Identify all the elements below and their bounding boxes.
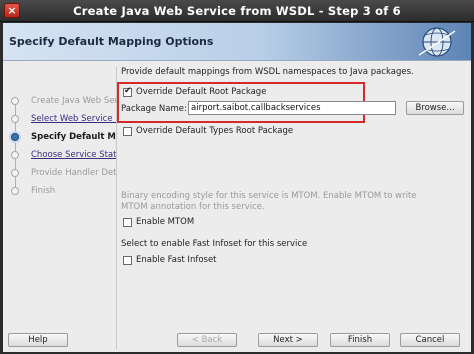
wizard-steps-nav: Create Java Web Servi Select Web Service… xyxy=(9,67,117,349)
enable-mtom-label: Enable MTOM xyxy=(136,217,195,227)
enable-fast-infoset-label: Enable Fast Infoset xyxy=(136,255,217,265)
step-done-icon xyxy=(11,97,19,105)
mtom-note: Binary encoding style for this service i… xyxy=(121,191,417,212)
window-title: Create Java Web Service from WSDL - Step… xyxy=(73,4,401,18)
override-root-package-checkbox[interactable] xyxy=(123,86,132,97)
title-bar: × Create Java Web Service from WSDL - St… xyxy=(0,0,474,22)
page-title: Specify Default Mapping Options xyxy=(9,35,214,48)
nav-step-create-java-web-service[interactable]: Create Java Web Servi xyxy=(9,93,117,109)
next-button[interactable]: Next > xyxy=(258,333,318,347)
override-root-package-label: Override Default Root Package xyxy=(136,87,267,97)
nav-step-label: Specify Default Mappi xyxy=(31,132,116,142)
finish-button[interactable]: Finish xyxy=(330,333,390,347)
enable-mtom-checkbox[interactable] xyxy=(123,218,132,227)
override-types-package-checkbox[interactable] xyxy=(123,127,132,136)
step-pending-icon xyxy=(11,151,19,159)
nav-step-choose-service-state[interactable]: Choose Service State xyxy=(9,147,117,163)
step-pending-icon xyxy=(11,187,19,195)
nav-step-label: Create Java Web Servi xyxy=(31,96,117,106)
package-name-label: Package Name: xyxy=(121,104,187,114)
nav-step-label: Provide Handler Detai xyxy=(31,168,117,178)
nav-step-label: Choose Service State xyxy=(31,150,117,160)
dialog-body: Specify Default Mapping Options Create J… xyxy=(3,23,471,352)
back-button[interactable]: < Back xyxy=(177,333,237,347)
nav-step-label: Select Web Service De xyxy=(31,114,116,124)
override-types-package-label: Override Default Types Root Package xyxy=(136,126,294,136)
intro-text: Provide default mappings from WSDL names… xyxy=(121,67,414,77)
step-pending-icon xyxy=(11,169,19,177)
package-name-input[interactable] xyxy=(188,101,396,115)
globe-icon xyxy=(418,27,456,57)
cancel-button[interactable]: Cancel xyxy=(400,333,460,347)
nav-step-select-web-service[interactable]: Select Web Service De xyxy=(9,111,116,127)
mapping-options-panel: Provide default mappings from WSDL names… xyxy=(117,67,469,349)
fast-infoset-note: Select to enable Fast Infoset for this s… xyxy=(121,239,308,249)
nav-step-provide-handler-details: Provide Handler Detai xyxy=(9,165,117,181)
enable-fast-infoset-checkbox[interactable] xyxy=(123,256,132,265)
browse-button[interactable]: Browse... xyxy=(406,101,464,115)
step-header: Specify Default Mapping Options xyxy=(3,23,471,61)
window-frame: × Create Java Web Service from WSDL - St… xyxy=(0,0,474,354)
nav-step-specify-default-mapping[interactable]: Specify Default Mappi xyxy=(9,129,116,145)
nav-step-label: Finish xyxy=(31,186,56,196)
nav-step-finish: Finish xyxy=(9,183,116,199)
step-done-icon xyxy=(11,115,19,123)
help-button[interactable]: Help xyxy=(8,333,68,347)
step-current-icon xyxy=(11,133,19,141)
